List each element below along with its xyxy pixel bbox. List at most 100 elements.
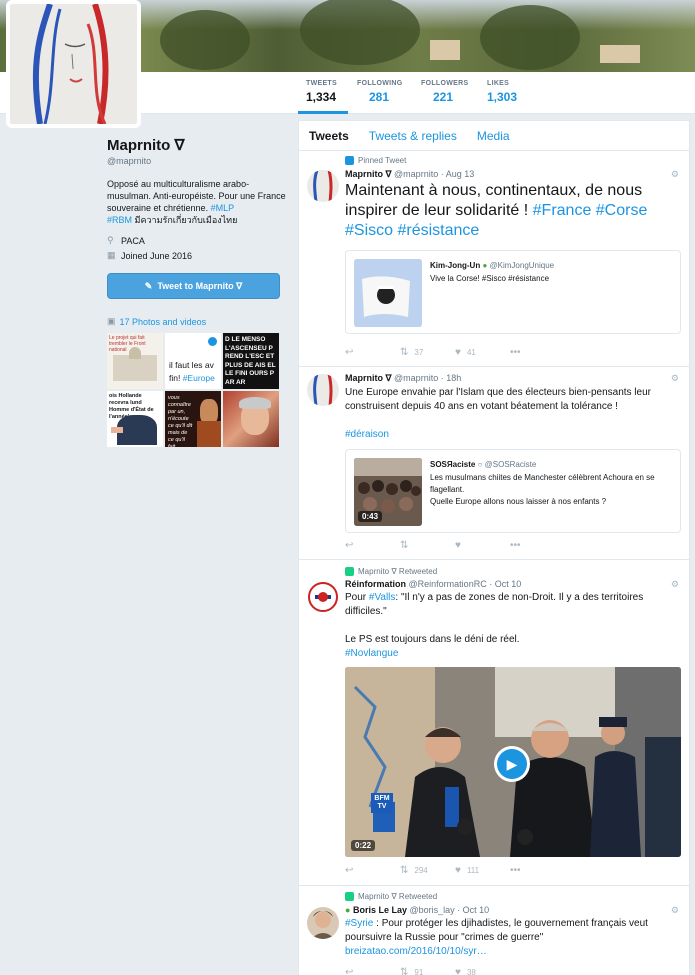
stat-following[interactable]: FOLLOWING 281 [357,80,402,114]
photo-text: il faut les av [169,360,214,370]
more-button[interactable]: ••• [510,865,565,876]
tweet-actions: ↩ ⇅ ♥ ••• [345,540,565,551]
avatar[interactable] [307,907,339,939]
tweet-text: #Syrie : Pour protéger les djihadistes, … [345,917,680,945]
tab-media[interactable]: Media [467,121,520,150]
stat-likes[interactable]: LIKES 1,303 [487,80,517,114]
reply-button[interactable]: ↩ [345,347,400,358]
quoted-line: Les musulmans chiites de Manchester célè… [430,473,655,494]
retweet-button[interactable]: ⇅ 37 [400,347,455,358]
channel-badge: BFM TV [371,793,393,813]
more-button[interactable]: ••• [510,347,565,358]
timeline: Tweets Tweets & replies Media Pinned Twe… [298,120,690,975]
tweet-text: Une Europe envahie par l'Islam que des é… [345,387,651,412]
author-name[interactable]: Maprnito ∇ [345,169,392,179]
tweet-menu-icon[interactable]: ⚙ [671,579,679,590]
camera-icon: ▣ [107,316,116,326]
tweet-menu-icon[interactable]: ⚙ [671,169,679,180]
author-handle[interactable]: @boris_lay · Oct 10 [410,905,490,915]
emoji-icon: ● [345,905,351,915]
banner-house [430,40,460,60]
bio-hashtag[interactable]: #MLP [211,203,235,213]
play-button[interactable]: ▶ [494,746,530,782]
retweet-button[interactable]: ⇅ 91 [400,967,455,975]
quoted-tweet[interactable]: 0:43 SOSЯaciste ○ @SOSRaciste Les musulm… [345,449,681,533]
author-name[interactable]: Boris Le Lay [353,905,407,915]
like-button[interactable]: ♥ 38 [455,967,510,975]
retweet-button[interactable]: ⇅ [400,540,455,551]
quoted-name: Kim-Jong-Un [430,261,481,270]
like-button[interactable]: ♥ 41 [455,347,510,358]
reply-button[interactable]: ↩ [345,540,400,551]
tab-tweets[interactable]: Tweets [299,121,359,150]
tweet-body: : Pour protéger les djihadistes, le gouv… [345,918,648,943]
tweet-hashtag[interactable]: #déraison [345,428,680,442]
photo-thumb[interactable]: ois Hollande recevra lund Homme d'État d… [107,391,163,447]
stat-tweets[interactable]: TWEETS 1,334 [298,80,348,114]
heart-icon: ♥ [455,967,461,975]
avatar-image [307,581,339,613]
person-image [117,415,157,445]
author-handle[interactable]: @maprnito · Aug 13 [394,169,474,179]
heart-icon: ♥ [455,865,461,876]
photo-hashtag: #Europe [182,373,215,383]
tweet-header: Réinformation @ReinformationRC · Oct 10 [345,579,521,589]
tweet-hashtag[interactable]: #Novlangue [345,647,680,661]
tweet-menu-icon[interactable]: ⚙ [671,373,679,384]
tweet-to-button[interactable]: ✎ Tweet to Maprnito ∇ [107,273,280,299]
tweet-menu-icon[interactable]: ⚙ [671,905,679,916]
tweet-item[interactable]: Maprnito ∇ @maprnito · 18h ⚙ Une Europe … [299,368,689,560]
photo-thumb[interactable]: Le projet qui fait trembler le Front nat… [107,333,163,389]
tweet-hashtag[interactable]: #Syrie [345,918,373,929]
reply-button[interactable]: ↩ [345,967,400,975]
photo-thumb[interactable]: vous connaître par un, n'écoute ce qu'il… [165,391,221,447]
quoted-handle: @KimJongUnique [489,261,555,270]
retweet-small-icon [345,567,354,576]
photos-videos-link[interactable]: ▣ 17 Photos and videos [107,316,287,327]
quoted-tweet[interactable]: Kim-Jong-Un ● @KimJongUnique Vive la Cor… [345,250,681,334]
tweet-item[interactable]: Maprnito ∇ Retweeted Réinformation @Rein… [299,561,689,886]
tweet-header: Maprnito ∇ @maprnito · 18h [345,373,461,384]
tweet-link[interactable]: breizatao.com/2016/10/10/syr… [345,945,680,959]
tab-tweets-replies[interactable]: Tweets & replies [359,121,467,150]
context-text: Pinned Tweet [358,156,407,165]
photo-thumb[interactable]: D LE MENSO L'ASCENSEU PREND L'ESC ET PLU… [223,333,279,389]
author-handle[interactable]: @ReinformationRC · Oct 10 [409,579,522,589]
photo-thumb[interactable] [223,391,279,447]
stat-label: LIKES [487,80,510,87]
like-button[interactable]: ♥ [455,540,510,551]
tweet-item[interactable]: Maprnito ∇ Retweeted ● Boris Le Lay @bor… [299,887,689,975]
banner-tree [160,10,250,70]
like-count: 38 [466,968,476,975]
reply-icon: ↩ [345,347,354,358]
like-count: 41 [466,348,476,357]
avatar[interactable] [307,581,339,613]
profile-avatar[interactable] [6,0,141,128]
stat-label: FOLLOWING [357,80,403,87]
quoted-video[interactable]: 0:43 [354,458,422,526]
avatar-image [307,907,339,939]
bio-hashtag[interactable]: #RBM [107,215,132,225]
retweet-button[interactable]: ⇅ 294 [400,865,455,876]
author-handle[interactable]: @maprnito · 18h [394,373,461,383]
timeline-tabs: Tweets Tweets & replies Media [299,121,689,151]
profile-handle[interactable]: @maprnito [107,156,287,166]
tweet-actions: ↩ ⇅ 294 ♥ 111 ••• [345,865,565,876]
video-player[interactable]: ▶ BFM TV 0:22 [345,667,681,857]
profile-name[interactable]: Maprnito ∇ [107,136,287,154]
photo-thumb[interactable]: il faut les av fin! #Europe [165,333,221,389]
joined-row: ▦ Joined June 2016 [107,250,287,261]
author-name[interactable]: Maprnito ∇ [345,373,392,383]
author-name[interactable]: Réinformation [345,579,406,589]
reply-button[interactable]: ↩ [345,865,400,876]
tweet-item[interactable]: Pinned Tweet Maprnito ∇ @maprnito · Aug … [299,152,689,367]
stat-followers[interactable]: FOLLOWERS 221 [421,80,468,114]
like-button[interactable]: ♥ 111 [455,865,510,876]
avatar[interactable] [307,170,339,202]
more-button[interactable]: ••• [510,540,565,551]
heart-icon: ♥ [455,347,461,358]
tweet-hashtag[interactable]: #Valls [369,592,396,603]
location-row: ⚲ PACA [107,235,287,246]
reply-icon: ↩ [345,865,354,876]
avatar[interactable] [307,374,339,406]
